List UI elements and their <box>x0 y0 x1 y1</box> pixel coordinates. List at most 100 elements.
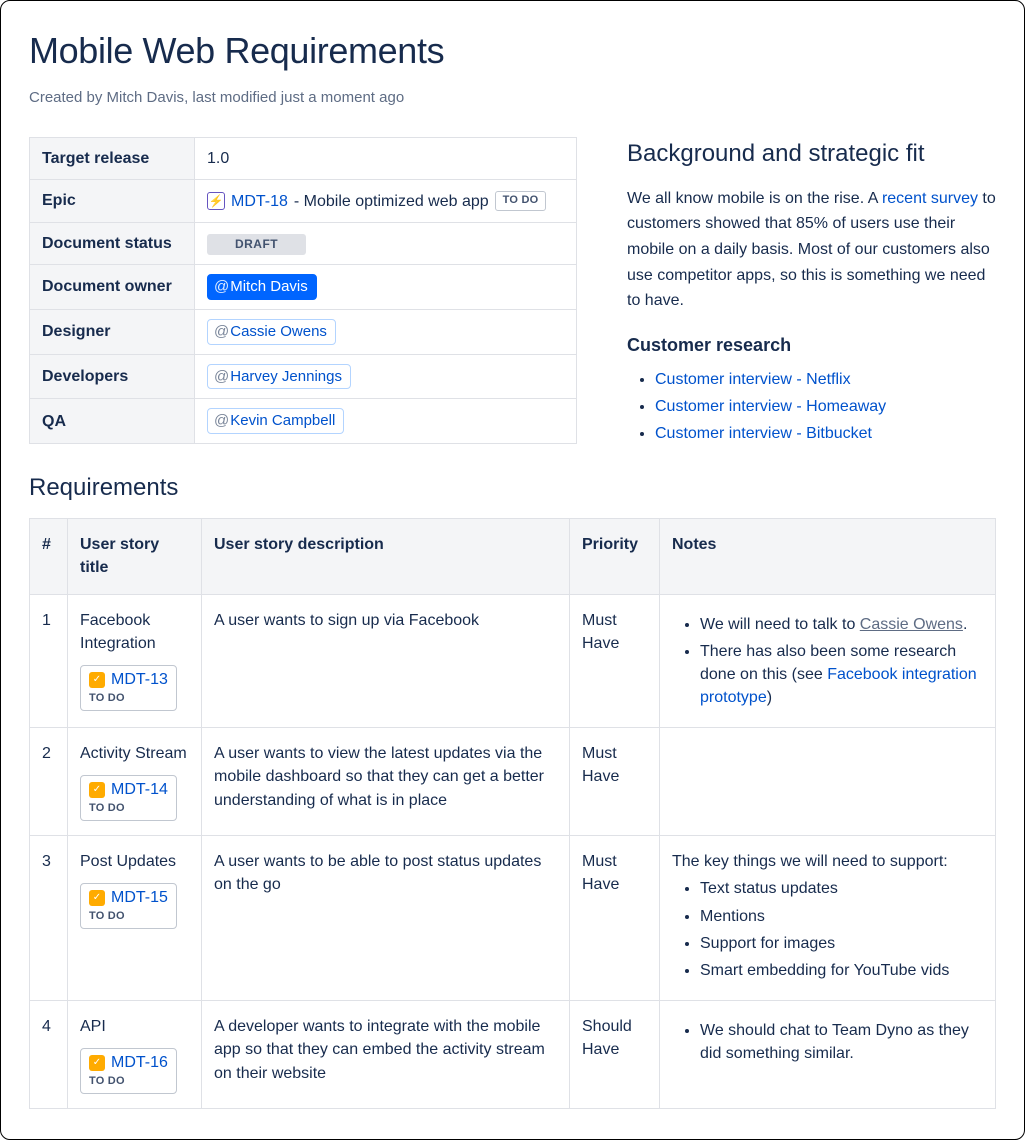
meta-value-target-release: 1.0 <box>195 137 577 179</box>
issue-status: TO DO <box>89 802 168 816</box>
story-title: Post Updates <box>80 850 189 873</box>
list-item: Support for images <box>700 932 983 955</box>
byline: Created by Mitch Davis, last modified ju… <box>29 87 996 109</box>
list-item: Customer interview - Bitbucket <box>655 422 996 445</box>
story-priority: Must Have <box>570 728 660 836</box>
col-header-priority: Priority <box>570 519 660 594</box>
table-row: 2Activity Stream✓MDT-14TO DOA user wants… <box>30 728 996 836</box>
list-item: There has also been some research done o… <box>700 640 983 710</box>
col-header-num: # <box>30 519 68 594</box>
issue-status: TO DO <box>89 692 168 706</box>
story-icon: ✓ <box>89 672 105 688</box>
byline-prefix: Created by <box>29 89 107 106</box>
background-paragraph: We all know mobile is on the rise. A rec… <box>627 186 996 314</box>
issue-status: TO DO <box>89 910 168 924</box>
list-item: Smart embedding for YouTube vids <box>700 959 983 982</box>
meta-value-developers: @Harvey Jennings <box>195 354 577 399</box>
story-title: Facebook Integration <box>80 609 189 655</box>
page-title: Mobile Web Requirements <box>29 25 996 77</box>
row-number: 1 <box>30 594 68 728</box>
status-badge: DRAFT <box>207 234 306 255</box>
issue-key: MDT-13 <box>111 670 168 690</box>
issue-card[interactable]: ✓ MDT-16 TO DO <box>80 1048 177 1094</box>
mention-qa[interactable]: @Kevin Campbell <box>207 408 344 434</box>
notes-intro: The key things we will need to support: <box>672 850 983 873</box>
meta-label-status: Document status <box>30 222 195 264</box>
mention-owner[interactable]: @Mitch Davis <box>207 274 317 300</box>
epic-status-lozenge: TO DO <box>495 191 547 211</box>
story-title-cell: Activity Stream✓MDT-14TO DO <box>68 728 202 836</box>
issue-card[interactable]: ✓ MDT-15 TO DO <box>80 883 177 929</box>
table-row: 1 Facebook Integration ✓ MDT-13 TO DO A user … <box>30 594 996 728</box>
story-description: A user wants to be able to post status u… <box>202 836 570 1001</box>
story-priority: Should Have <box>570 1001 660 1109</box>
metadata-table: Target release 1.0 Epic ⚡ MDT-18 - Mobil… <box>29 137 577 444</box>
issue-status: TO DO <box>89 1075 168 1089</box>
table-row: 3 Post Updates ✓ MDT-15 TO DO A user wants to… <box>30 836 996 1001</box>
research-link[interactable]: Customer interview - Netflix <box>655 371 851 388</box>
story-title-cell: Facebook Integration ✓ MDT-13 TO DO <box>68 594 202 728</box>
epic-link[interactable]: MDT-18 <box>231 190 288 213</box>
background-section: Background and strategic fit We all know… <box>627 137 996 449</box>
background-heading: Background and strategic fit <box>627 137 996 172</box>
list-item: Customer interview - Netflix <box>655 368 996 391</box>
list-item: Customer interview - Homeaway <box>655 395 996 418</box>
table-row: 4 API ✓ MDT-16 TO DO A developer wants to int… <box>30 1001 996 1109</box>
issue-card[interactable]: ✓ MDT-13 TO DO <box>80 665 177 711</box>
meta-value-designer: @Cassie Owens <box>195 309 577 354</box>
mention-developer[interactable]: @Harvey Jennings <box>207 364 351 390</box>
recent-survey-link[interactable]: recent survey <box>882 190 978 207</box>
two-column-layout: Target release 1.0 Epic ⚡ MDT-18 - Mobil… <box>29 137 996 449</box>
customer-research-heading: Customer research <box>627 332 996 358</box>
mention-designer[interactable]: @Cassie Owens <box>207 319 336 345</box>
meta-value-status: DRAFT <box>195 222 577 264</box>
issue-key: MDT-14 <box>111 780 168 800</box>
list-item: Text status updates <box>700 877 983 900</box>
list-item: We will need to talk to Cassie Owens. <box>700 613 983 636</box>
story-title-cell: API ✓ MDT-16 TO DO <box>68 1001 202 1109</box>
story-description: A user wants to sign up via Facebook <box>202 594 570 728</box>
research-link[interactable]: Customer interview - Bitbucket <box>655 425 872 442</box>
col-header-notes: Notes <box>660 519 996 594</box>
requirements-table: # User story title User story descriptio… <box>29 518 996 1109</box>
meta-label-qa: QA <box>30 399 195 444</box>
requirements-heading: Requirements <box>29 471 996 506</box>
epic-icon: ⚡ <box>207 192 225 210</box>
story-title: API <box>80 1015 189 1038</box>
story-priority: Must Have <box>570 594 660 728</box>
story-title: Activity Stream <box>80 742 189 765</box>
meta-value-epic: ⚡ MDT-18 - Mobile optimized web app TO D… <box>195 180 577 223</box>
meta-label-target-release: Target release <box>30 137 195 179</box>
byline-author: Mitch Davis <box>107 89 185 106</box>
byline-suffix: , last modified just a moment ago <box>184 89 404 106</box>
meta-label-designer: Designer <box>30 309 195 354</box>
issue-key: MDT-16 <box>111 1053 168 1073</box>
notes-list: We should chat to Team Dyno as they did … <box>672 1019 983 1065</box>
issue-card[interactable]: ✓MDT-14TO DO <box>80 775 177 821</box>
inline-mention[interactable]: Cassie Owens <box>860 616 963 633</box>
row-number: 3 <box>30 836 68 1001</box>
story-description: A developer wants to integrate with the … <box>202 1001 570 1109</box>
document-page: Mobile Web Requirements Created by Mitch… <box>0 0 1025 1140</box>
col-header-title: User story title <box>68 519 202 594</box>
meta-value-qa: @Kevin Campbell <box>195 399 577 444</box>
notes-list: We will need to talk to Cassie Owens. The… <box>672 613 983 710</box>
story-title-cell: Post Updates ✓ MDT-15 TO DO <box>68 836 202 1001</box>
customer-research-list: Customer interview - Netflix Customer in… <box>627 368 996 446</box>
story-priority: Must Have <box>570 836 660 1001</box>
story-notes: We should chat to Team Dyno as they did … <box>660 1001 996 1109</box>
issue-key: MDT-15 <box>111 888 168 908</box>
story-description: A user wants to view the latest updates … <box>202 728 570 836</box>
research-link[interactable]: Customer interview - Homeaway <box>655 398 886 415</box>
bg-text-a: We all know mobile is on the rise. A <box>627 190 882 207</box>
epic-summary: - Mobile optimized web app <box>294 190 489 213</box>
col-header-description: User story description <box>202 519 570 594</box>
list-item: We should chat to Team Dyno as they did … <box>700 1019 983 1065</box>
meta-label-owner: Document owner <box>30 265 195 310</box>
row-number: 4 <box>30 1001 68 1109</box>
story-icon: ✓ <box>89 1055 105 1071</box>
story-notes <box>660 728 996 836</box>
story-icon: ✓ <box>89 890 105 906</box>
list-item: Mentions <box>700 905 983 928</box>
meta-label-developers: Developers <box>30 354 195 399</box>
